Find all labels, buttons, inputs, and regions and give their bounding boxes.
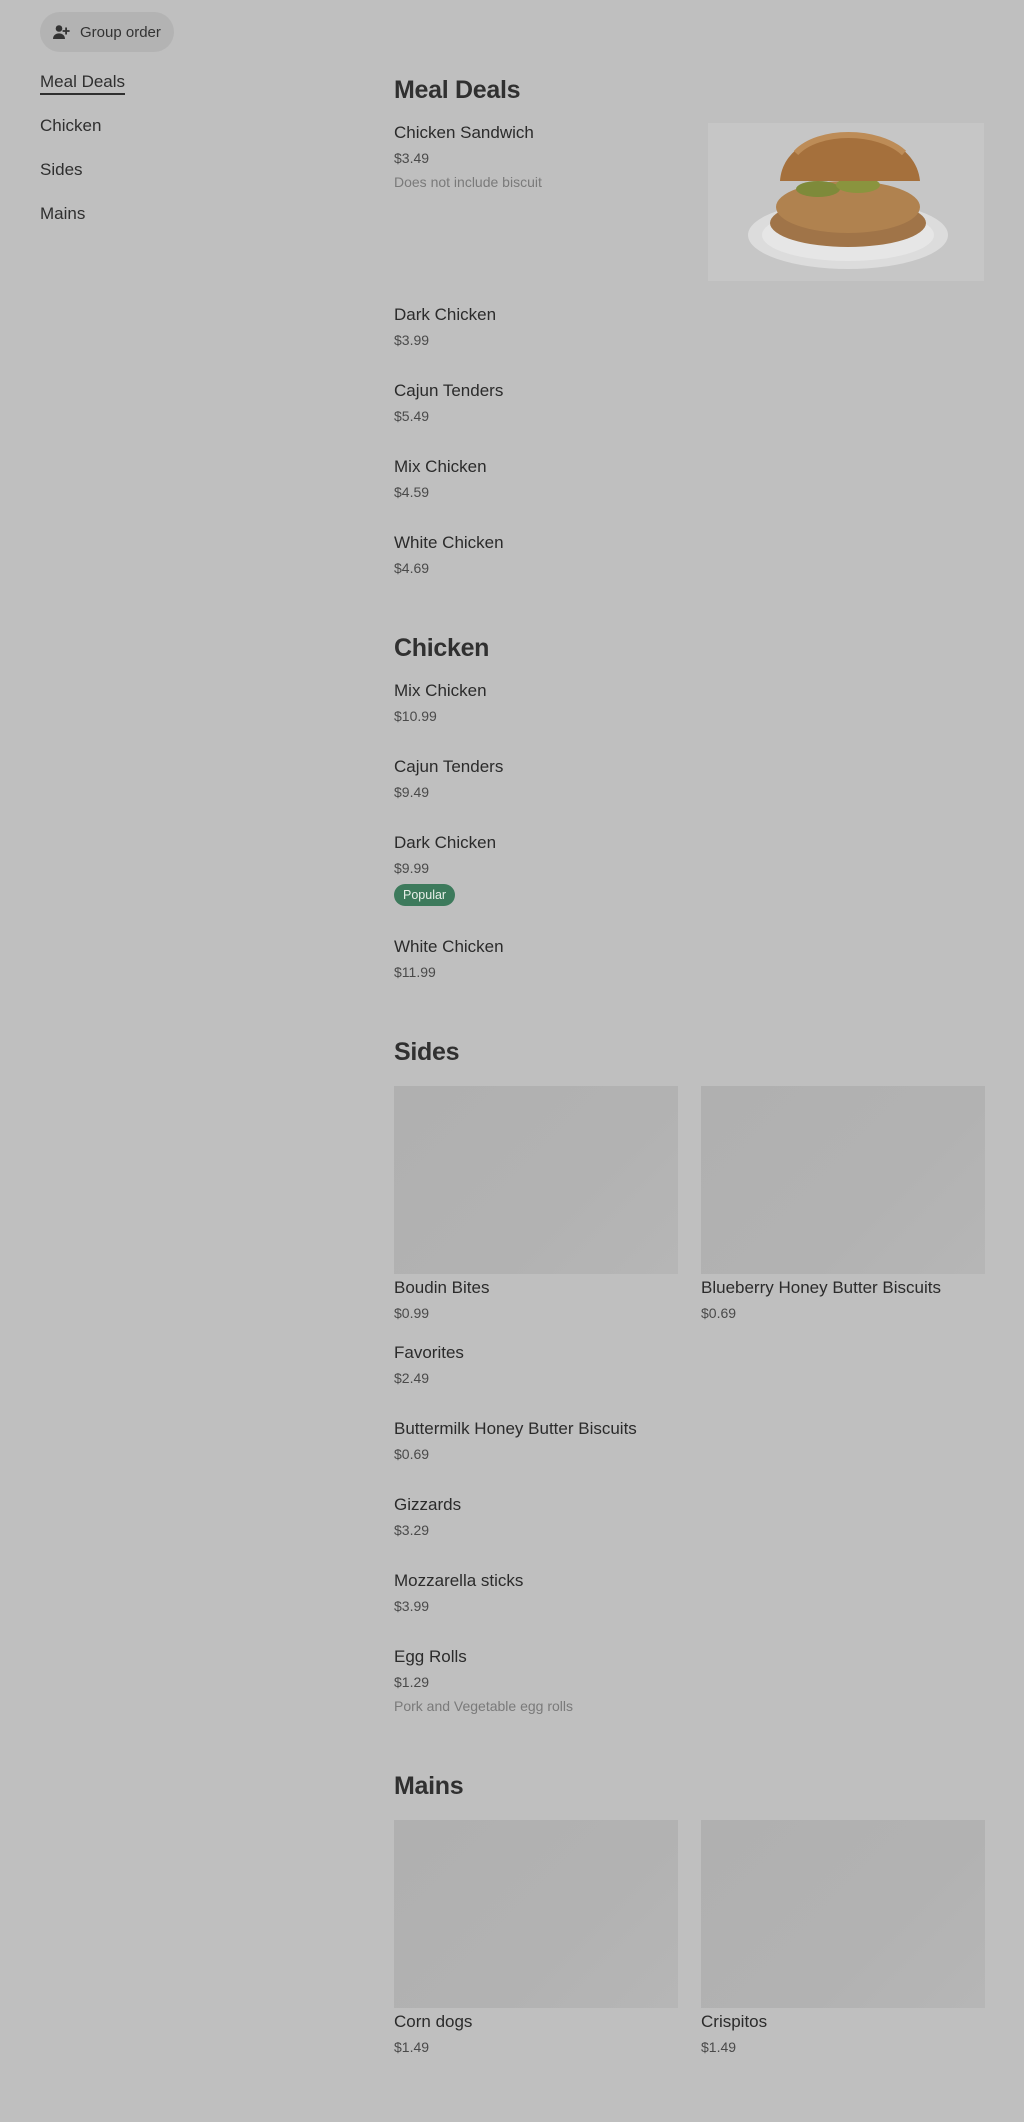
item-name: Buttermilk Honey Butter Biscuits xyxy=(394,1419,637,1438)
item-name: Dark Chicken xyxy=(394,833,497,852)
menu-item[interactable]: Favorites $2.49 xyxy=(394,1343,984,1387)
item-price: $11.99 xyxy=(394,964,436,980)
item-image-placeholder xyxy=(701,1086,985,1274)
menu-item[interactable]: Chicken Sandwich $3.49 Does not include … xyxy=(394,123,984,281)
item-description: Pork and Vegetable egg rolls xyxy=(394,1698,574,1714)
group-order-label: Group order xyxy=(80,23,161,41)
item-name: Corn dogs xyxy=(394,2012,473,2031)
sidebar-item-mains[interactable]: Mains xyxy=(40,204,85,225)
item-price: $1.29 xyxy=(394,1674,430,1690)
item-name: Cajun Tenders xyxy=(394,757,504,776)
item-image-placeholder xyxy=(394,1086,678,1274)
item-price: $1.49 xyxy=(701,2039,737,2055)
item-price: $0.69 xyxy=(701,1305,737,1321)
item-price: $9.49 xyxy=(394,784,430,800)
menu-item[interactable]: White Chicken $4.69 xyxy=(394,533,984,577)
menu-item[interactable]: Egg Rolls $1.29 Pork and Vegetable egg r… xyxy=(394,1647,984,1715)
item-name: White Chicken xyxy=(394,533,504,552)
item-name: Blueberry Honey Butter Biscuits xyxy=(701,1278,941,1297)
item-price: $3.99 xyxy=(394,1598,430,1614)
item-name: Mix Chicken xyxy=(394,681,487,700)
item-price: $2.49 xyxy=(394,1370,430,1386)
item-image-placeholder xyxy=(701,1820,985,2008)
item-name: Cajun Tenders xyxy=(394,381,504,400)
section-title-chicken: Chicken xyxy=(394,634,490,662)
menu-item[interactable]: Buttermilk Honey Butter Biscuits $0.69 xyxy=(394,1419,984,1463)
item-price: $4.69 xyxy=(394,560,430,576)
item-name: Egg Rolls xyxy=(394,1647,467,1666)
menu-item[interactable]: White Chicken $11.99 xyxy=(394,937,984,981)
item-price: $5.49 xyxy=(394,408,430,424)
item-name: Mix Chicken xyxy=(394,457,487,476)
menu-card[interactable]: Boudin Bites $0.99 xyxy=(394,1086,678,1322)
item-price: $3.29 xyxy=(394,1522,430,1538)
item-price: $10.99 xyxy=(394,708,437,724)
item-price: $3.99 xyxy=(394,332,430,348)
menu-card[interactable]: Crispitos $1.49 xyxy=(701,1820,985,2056)
item-price: $4.59 xyxy=(394,484,430,500)
menu-item[interactable]: Gizzards $3.29 xyxy=(394,1495,984,1539)
popular-badge: Popular xyxy=(394,884,456,906)
menu-card[interactable]: Blueberry Honey Butter Biscuits $0.69 xyxy=(701,1086,985,1322)
category-nav: Meal Deals Chicken Sides Mains xyxy=(40,72,340,248)
section-title-mains: Mains xyxy=(394,1772,464,1800)
item-name: Dark Chicken xyxy=(394,305,497,324)
menu-item[interactable]: Cajun Tenders $5.49 xyxy=(394,381,984,425)
item-name: Gizzards xyxy=(394,1495,462,1514)
item-name: Mozzarella sticks xyxy=(394,1571,524,1590)
item-image-placeholder xyxy=(394,1820,678,2008)
menu-item[interactable]: Cajun Tenders $9.49 xyxy=(394,757,984,801)
sidebar-item-chicken[interactable]: Chicken xyxy=(40,116,101,137)
item-price: $1.49 xyxy=(394,2039,430,2055)
item-price: $0.99 xyxy=(394,1305,430,1321)
item-price: $0.69 xyxy=(394,1446,430,1462)
group-order-button[interactable]: Group order xyxy=(40,12,174,52)
menu-item[interactable]: Mix Chicken $10.99 xyxy=(394,681,984,725)
menu-item[interactable]: Mix Chicken $4.59 xyxy=(394,457,984,501)
section-title-sides: Sides xyxy=(394,1038,460,1066)
item-price: $9.99 xyxy=(394,860,430,876)
menu-item[interactable]: Mozzarella sticks $3.99 xyxy=(394,1571,984,1615)
menu-card[interactable]: Corn dogs $1.49 xyxy=(394,1820,678,2056)
item-name: Favorites xyxy=(394,1343,464,1362)
menu-item[interactable]: Dark Chicken $3.99 xyxy=(394,305,984,349)
item-name: White Chicken xyxy=(394,937,504,956)
item-name: Boudin Bites xyxy=(394,1278,490,1297)
item-name: Crispitos xyxy=(701,2012,768,2031)
menu-item[interactable]: Dark Chicken $9.99 Popular xyxy=(394,833,984,906)
sidebar-item-meal-deals[interactable]: Meal Deals xyxy=(40,72,126,95)
chicken-sandwich-image xyxy=(708,123,984,281)
sidebar-item-sides[interactable]: Sides xyxy=(40,160,83,181)
section-title-meal-deals: Meal Deals xyxy=(394,76,521,104)
add-person-icon xyxy=(52,23,70,41)
